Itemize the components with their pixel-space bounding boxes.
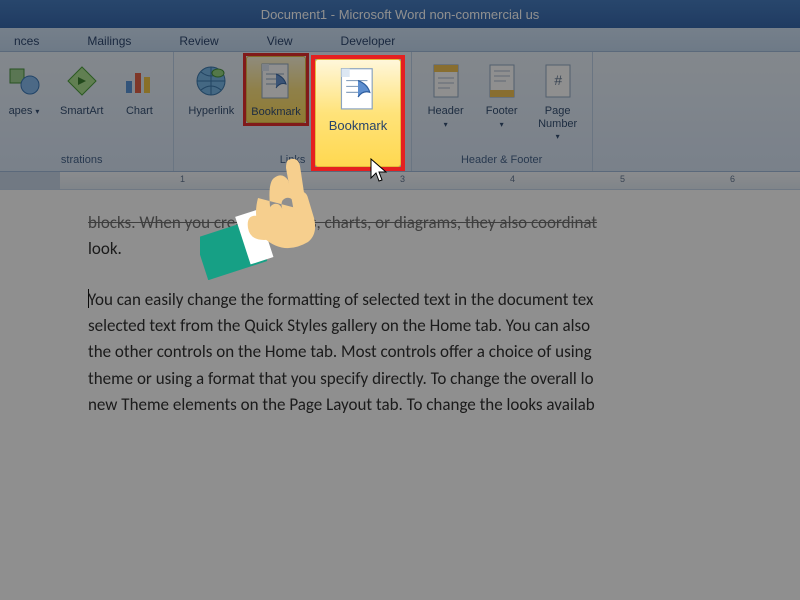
ruler-tick: 4	[510, 174, 515, 184]
footer-button[interactable]: Footer ▾	[478, 56, 526, 132]
chevron-down-icon: ▾	[556, 132, 560, 141]
title-bar: Document1 - Microsoft Word non-commercia…	[0, 0, 800, 28]
app-window: Document1 - Microsoft Word non-commercia…	[0, 0, 800, 600]
shapes-icon	[4, 59, 44, 103]
doc-text: theme or using a format that you specify…	[88, 368, 594, 389]
smartart-button[interactable]: SmartArt	[56, 56, 107, 121]
ribbon-tabstrip: nces Mailings Review View Developer	[0, 28, 800, 52]
pagenumber-button[interactable]: # Page Number ▾	[534, 56, 582, 144]
smartart-label: SmartArt	[60, 105, 103, 118]
document-area[interactable]: blocks. When you create pictures, charts…	[0, 190, 800, 462]
bookmark-label: Bookmark	[251, 106, 301, 119]
group-headerfooter-label: Header & Footer	[422, 152, 582, 169]
bookmark-label: Bookmark	[329, 119, 388, 134]
hyperlink-label: Hyperlink	[188, 105, 234, 118]
footer-label: Footer	[486, 105, 518, 118]
chevron-down-icon: ▾	[35, 107, 39, 116]
doc-text: look.	[88, 238, 122, 259]
cursor-arrow-icon	[370, 158, 390, 189]
tab-developer[interactable]: Developer	[335, 30, 402, 51]
header-button[interactable]: Header ▾	[422, 56, 470, 132]
tab-references[interactable]: nces	[8, 30, 45, 51]
tab-mailings[interactable]: Mailings	[81, 30, 137, 51]
doc-text: new Theme elements on the Page Layout ta…	[88, 394, 595, 415]
document-paragraph: You can easily change the formatting of …	[88, 287, 774, 419]
group-illustrations-label: strations	[0, 152, 163, 169]
group-headerfooter: Header ▾ Footer ▾	[412, 52, 593, 171]
chart-button[interactable]: Chart	[115, 56, 163, 121]
ruler-tick: 5	[620, 174, 625, 184]
chart-label: Chart	[126, 105, 153, 118]
header-label: Header	[428, 105, 464, 118]
ruler-tick: 6	[730, 174, 735, 184]
bookmark-button[interactable]: Bookmark	[246, 56, 306, 123]
svg-text:#: #	[554, 72, 562, 88]
ruler-margin	[0, 172, 60, 189]
chevron-down-icon: ▾	[444, 120, 448, 129]
ruler: 1 2 3 4 5 6	[0, 172, 800, 190]
tab-view[interactable]: View	[261, 30, 299, 51]
header-icon	[426, 59, 466, 103]
doc-text: selected text from the Quick Styles gall…	[88, 315, 590, 336]
chart-icon	[119, 59, 159, 103]
pointing-hand-icon	[200, 150, 330, 285]
document-paragraph: blocks. When you create pictures, charts…	[88, 210, 774, 263]
tab-review[interactable]: Review	[173, 30, 224, 51]
footer-icon	[482, 59, 522, 103]
title-text: Document1 - Microsoft Word non-commercia…	[261, 7, 540, 22]
pagenumber-label: Page Number	[538, 105, 577, 130]
smartart-icon	[62, 59, 102, 103]
pagenumber-icon: #	[538, 59, 578, 103]
doc-text: blocks. When you create pictures, charts…	[88, 212, 597, 233]
chevron-down-icon: ▾	[500, 120, 504, 129]
hyperlink-button[interactable]: Hyperlink	[184, 56, 238, 121]
hyperlink-icon	[191, 59, 231, 103]
shapes-label: apes	[9, 105, 33, 118]
ruler-tick: 1	[180, 174, 185, 184]
bookmark-icon	[334, 63, 382, 117]
group-illustrations: apes▾ SmartArt	[0, 52, 174, 171]
bookmark-icon	[256, 60, 296, 104]
shapes-button[interactable]: apes▾	[0, 56, 48, 121]
doc-text: the other controls on the Home tab. Most…	[88, 341, 592, 362]
ruler-tick: 3	[400, 174, 405, 184]
doc-text: You can easily change the formatting of …	[88, 289, 593, 310]
